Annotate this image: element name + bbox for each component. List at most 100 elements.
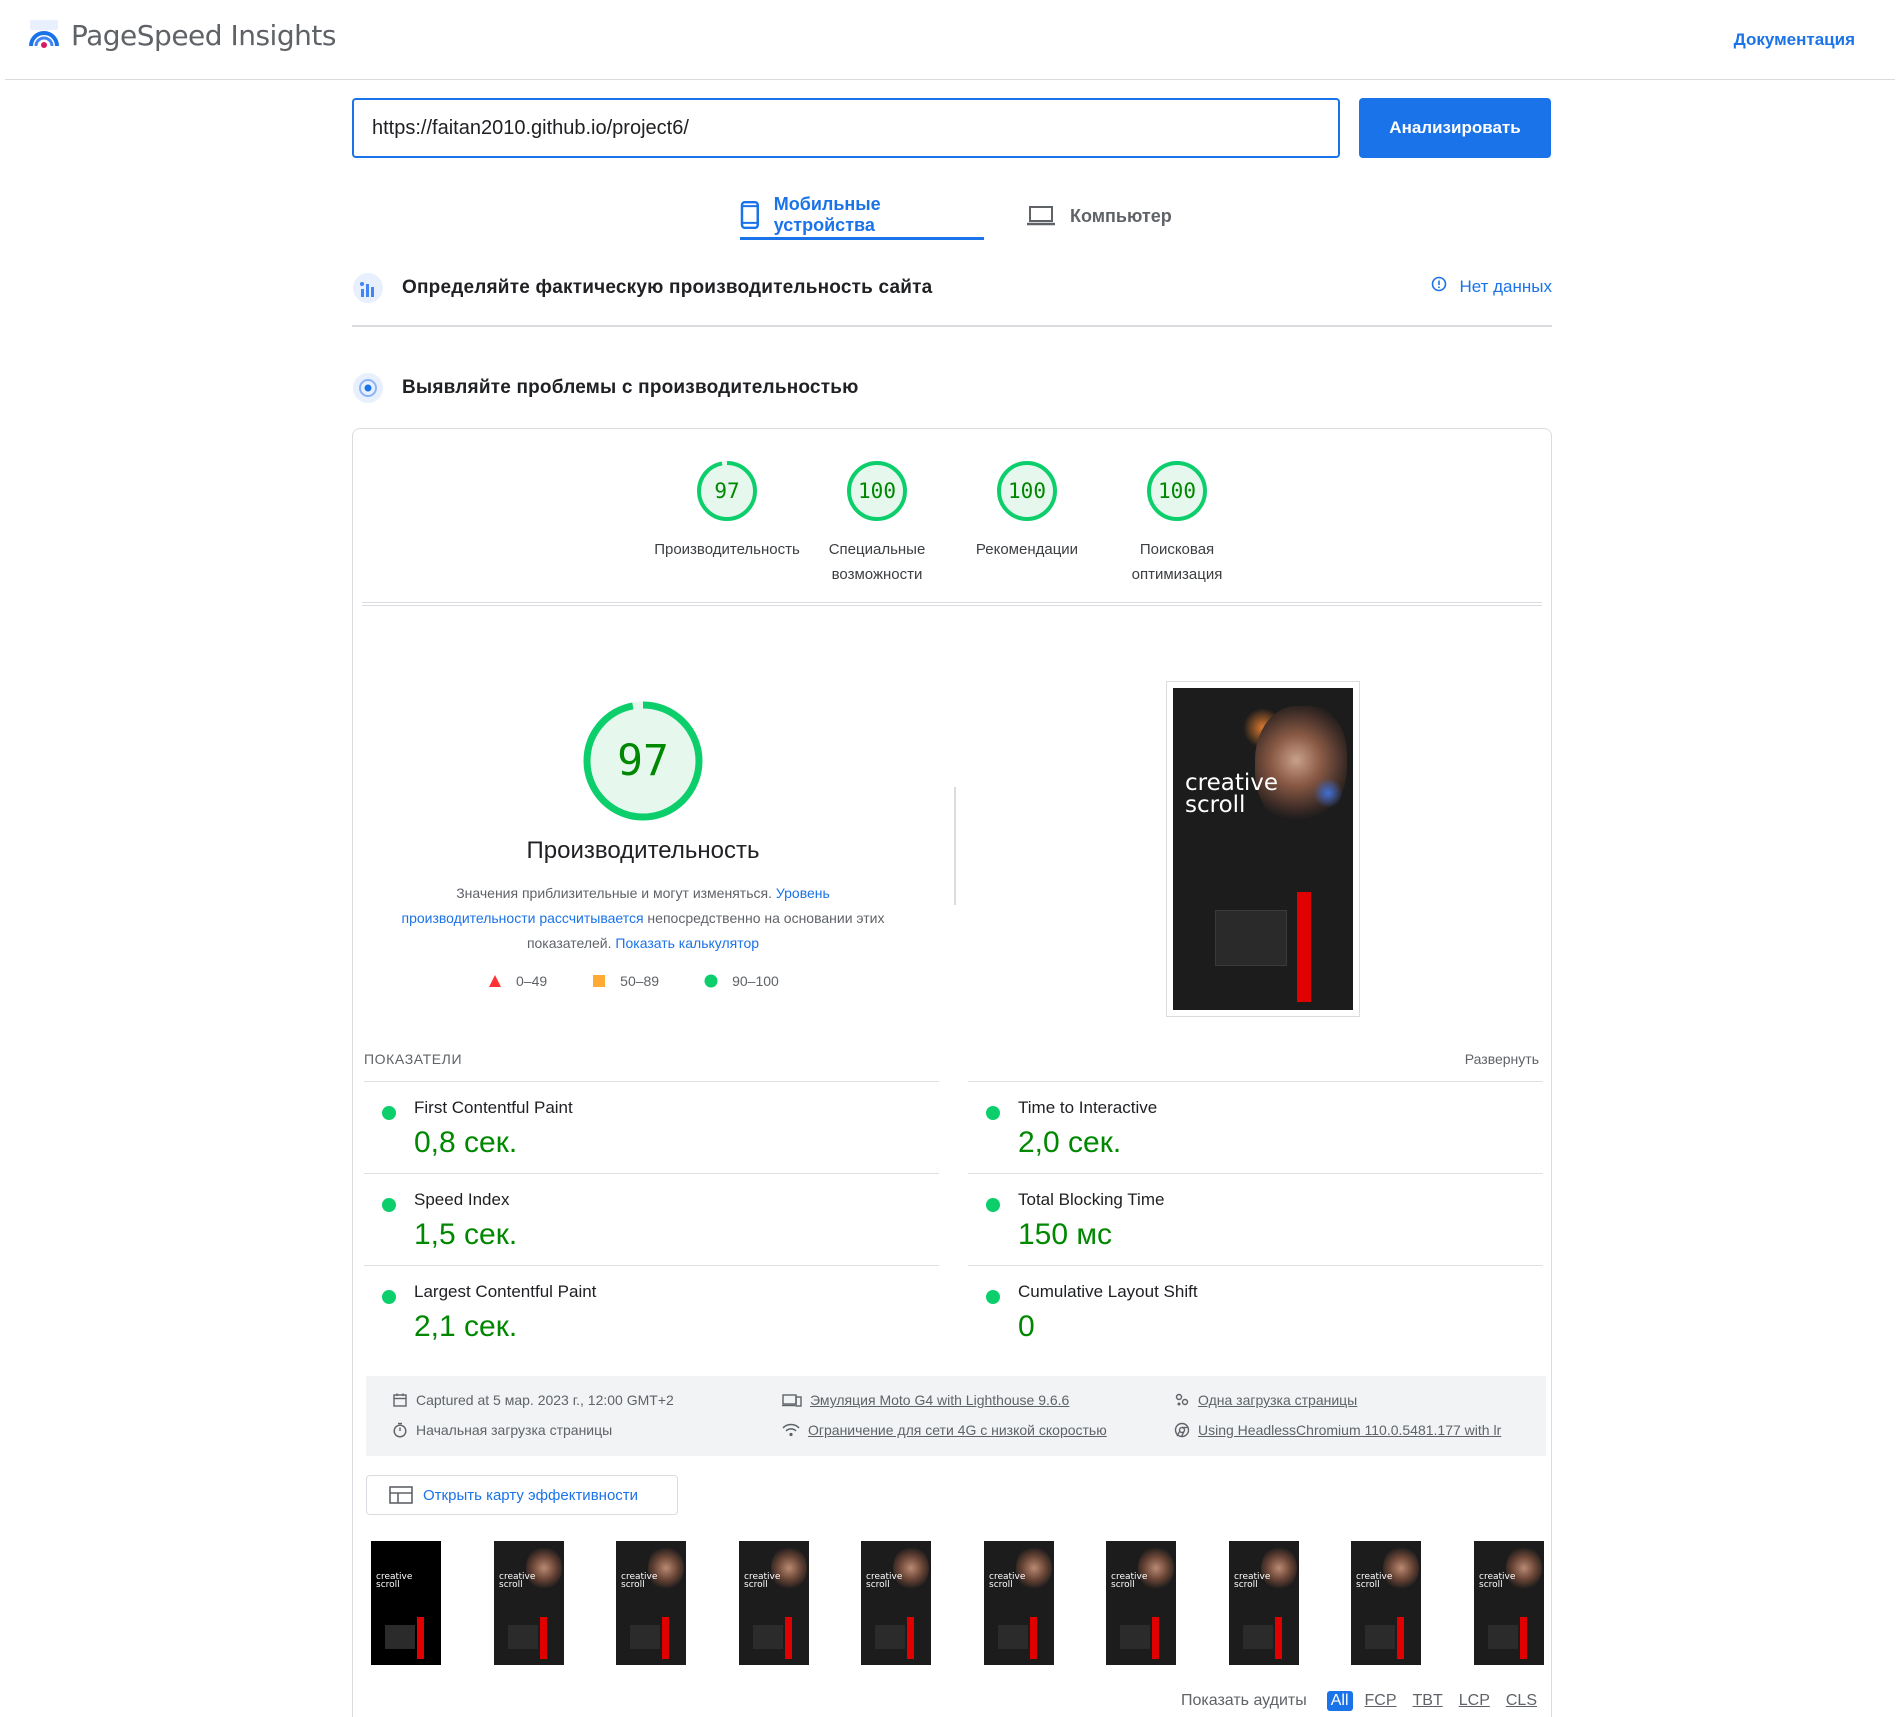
filmstrip-frame: creative scroll — [861, 1541, 931, 1665]
screenshot-device-preview — [1215, 910, 1287, 966]
score-legend: 0–49 50–89 90–100 — [488, 969, 824, 993]
section-divider — [352, 325, 1552, 327]
tab-desktop[interactable]: Компьютер — [1026, 192, 1186, 240]
pagespeed-logo-icon — [29, 20, 59, 48]
metric-name: Largest Contentful Paint — [414, 1282, 597, 1301]
no-data-status[interactable]: Нет данных — [1431, 276, 1552, 297]
audits-filter: Показать аудиты All FCP TBT LCP CLS — [1181, 1691, 1541, 1711]
pass-dot-icon — [382, 1198, 396, 1212]
metric-cls: Cumulative Layout Shift 0 — [968, 1265, 1543, 1357]
expand-toggle[interactable]: Развернуть — [1465, 1051, 1539, 1067]
tab-mobile[interactable]: Мобильные устройства — [740, 192, 984, 240]
vertical-divider — [954, 787, 956, 905]
metric-value: 2,1 сек. — [414, 1310, 518, 1343]
browser-info[interactable]: Using HeadlessChromium 110.0.5481.177 wi… — [1174, 1422, 1501, 1438]
metric-speed-index: Speed Index 1,5 сек. — [364, 1173, 939, 1265]
filmstrip-frame: creative scroll — [616, 1541, 686, 1665]
circle-icon — [704, 974, 718, 988]
metric-fcp: First Contentful Paint 0,8 сек. — [364, 1081, 939, 1173]
lab-data-title: Выявляйте проблемы с производительностью — [402, 377, 859, 398]
timer-icon — [393, 1422, 407, 1438]
metric-value: 150 мс — [1018, 1218, 1113, 1251]
pagespeed-logo[interactable]: PageSpeed Insights — [27, 18, 336, 52]
laptop-icon — [1027, 206, 1055, 226]
square-icon — [593, 975, 606, 987]
metric-tti: Time to Interactive 2,0 сек. — [968, 1081, 1543, 1173]
score-best-practices[interactable]: 100 Рекомендации — [952, 459, 1102, 562]
field-data-section: Определяйте фактическую производительнос… — [352, 270, 1552, 306]
metric-value: 2,0 сек. — [1018, 1126, 1122, 1159]
filter-chip-cls[interactable]: CLS — [1502, 1691, 1541, 1711]
score-label: Поисковая оптимизация — [1131, 541, 1223, 583]
score-ring: 100 — [845, 459, 909, 523]
docs-link[interactable]: Документация — [1734, 30, 1855, 50]
score-label: Специальные возможности — [828, 541, 926, 583]
single-load-info[interactable]: Одна загрузка страницы — [1174, 1392, 1357, 1408]
score-ring: 100 — [1145, 459, 1209, 523]
score-label: Производительность — [654, 541, 800, 558]
filmstrip: creative scroll creative scroll creative scro… — [371, 1541, 1544, 1665]
pass-dot-icon — [382, 1290, 396, 1304]
report-card: 97 Производительность 100 Специальные во… — [352, 428, 1552, 1717]
score-performance[interactable]: 97 Производительность — [652, 459, 802, 562]
show-calculator-link[interactable]: Показать калькулятор — [615, 935, 759, 951]
filmstrip-frame: creative scroll — [1474, 1541, 1544, 1665]
app-name: PageSpeed Insights — [71, 18, 336, 52]
metric-name: First Contentful Paint — [414, 1098, 573, 1117]
filmstrip-frame: creative scroll — [1351, 1541, 1421, 1665]
score-accessibility[interactable]: 100 Специальные возможности — [802, 459, 952, 587]
metric-tbt: Total Blocking Time 150 мс — [968, 1173, 1543, 1265]
field-data-title: Определяйте фактическую производительнос… — [402, 277, 933, 298]
triangle-icon — [489, 975, 501, 987]
top-header: PageSpeed Insights Документация — [5, 0, 1895, 80]
filter-chip-fcp[interactable]: FCP — [1361, 1691, 1401, 1711]
metrics-heading: ПОКАЗАТЕЛИ — [364, 1051, 463, 1067]
captured-at: Captured at 5 мар. 2023 г., 12:00 GMT+2 — [392, 1392, 674, 1408]
filmstrip-frame: creative scroll — [984, 1541, 1054, 1665]
tab-desktop-label: Компьютер — [1070, 205, 1172, 226]
treemap-icon — [389, 1486, 413, 1504]
tab-mobile-label: Мобильные устройства — [773, 193, 881, 235]
smartphone-icon — [740, 200, 759, 229]
score-value: 100 — [1008, 479, 1046, 503]
score-ring: 100 — [995, 459, 1059, 523]
score-value: 100 — [1158, 479, 1196, 503]
legend-average: 50–89 — [592, 973, 659, 989]
emulation-info[interactable]: Эмуляция Moto G4 with Lighthouse 9.6.6 — [782, 1392, 1069, 1408]
category-scores: 97 Производительность 100 Специальные во… — [353, 429, 1551, 606]
filter-chip-all[interactable]: All — [1326, 1691, 1353, 1711]
no-data-label: Нет данных — [1459, 276, 1552, 296]
url-input[interactable] — [352, 98, 1340, 158]
pass-dot-icon — [986, 1198, 1000, 1212]
filmstrip-frame: creative scroll — [371, 1541, 441, 1665]
filmstrip-frame: creative scroll — [1229, 1541, 1299, 1665]
score-value: 100 — [858, 479, 896, 503]
legend-fail: 0–49 — [488, 973, 547, 989]
pass-dot-icon — [382, 1106, 396, 1120]
filter-chip-lcp[interactable]: LCP — [1455, 1691, 1494, 1711]
pass-dot-icon — [986, 1290, 1000, 1304]
open-treemap-button[interactable]: Открыть карту эффективности — [366, 1475, 678, 1515]
filmstrip-frame: creative scroll — [739, 1541, 809, 1665]
lab-data-section: Выявляйте проблемы с производительностью — [352, 370, 1552, 406]
screenshot-red-bar — [1297, 892, 1311, 1002]
show-audits-label: Показать аудиты — [1181, 1692, 1307, 1709]
analyze-button[interactable]: Анализировать — [1359, 98, 1551, 158]
score-value: 97 — [714, 479, 740, 503]
filmstrip-frame: creative scroll — [494, 1541, 564, 1665]
score-seo[interactable]: 100 Поисковая оптимизация — [1102, 459, 1252, 587]
target-icon — [353, 373, 383, 403]
wifi-icon — [782, 1423, 800, 1437]
metric-value: 0 — [1018, 1310, 1035, 1343]
score-ring: 97 — [695, 459, 759, 523]
metric-lcp: Largest Contentful Paint 2,1 сек. — [364, 1265, 939, 1357]
filter-chip-tbt[interactable]: TBT — [1409, 1691, 1447, 1711]
metric-name: Speed Index — [414, 1190, 510, 1209]
metric-name: Total Blocking Time — [1018, 1190, 1165, 1209]
screenshot-headline: creative scroll — [1185, 770, 1279, 818]
performance-gauge: 97 — [581, 699, 705, 823]
devices-icon — [782, 1394, 802, 1407]
filmstrip-frame: creative scroll — [1106, 1541, 1176, 1665]
final-screenshot[interactable]: creative scroll — [1166, 681, 1360, 1017]
throttling-info[interactable]: Ограничение для сети 4G с низкой скорост… — [782, 1422, 1107, 1438]
